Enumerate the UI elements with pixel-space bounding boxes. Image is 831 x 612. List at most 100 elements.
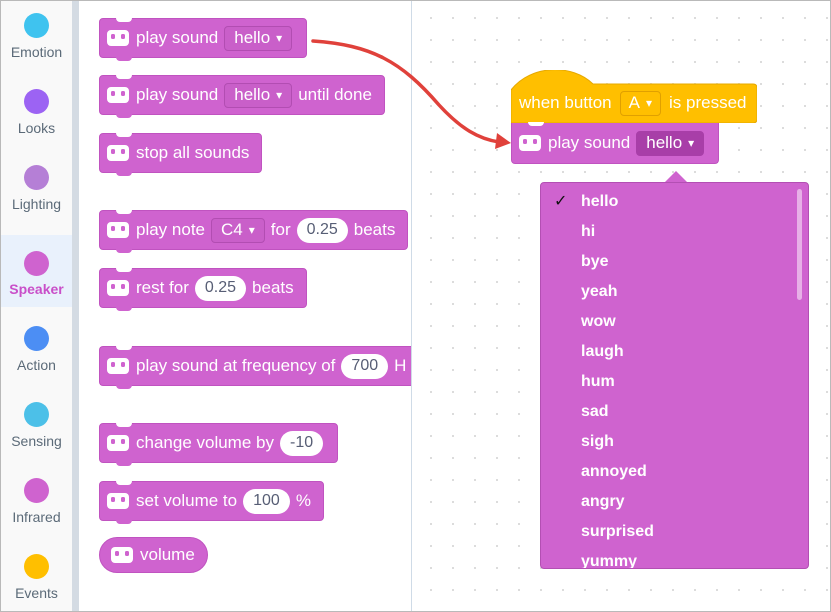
category-events[interactable]: Events xyxy=(1,542,72,611)
when-button-pressed-hat-block[interactable]: when button A ▾ is pressed xyxy=(511,70,757,123)
block-label: volume xyxy=(140,545,195,564)
menu-item-label: sad xyxy=(581,403,609,420)
menu-item-label: yummy xyxy=(581,553,638,569)
menu-item-hello[interactable]: ✓ hello xyxy=(541,187,808,217)
sound-dropdown[interactable]: hello ▾ xyxy=(224,82,293,108)
robot-icon xyxy=(106,492,130,510)
menu-item-label: hi xyxy=(581,223,596,240)
play-frequency-block[interactable]: play sound at frequency of 700 H xyxy=(99,346,411,389)
menu-item-hum[interactable]: hum xyxy=(541,367,808,397)
app-frame: Emotion Looks Lighting Speaker Action Se… xyxy=(0,0,831,612)
category-label: Speaker xyxy=(9,281,64,297)
menu-item-hi[interactable]: hi xyxy=(541,217,808,247)
set-volume-block[interactable]: set volume to 100 % xyxy=(99,481,324,524)
rest-for-block[interactable]: rest for 0.25 beats xyxy=(99,268,307,311)
category-lighting[interactable]: Lighting xyxy=(1,153,72,225)
change-volume-block[interactable]: change volume by -10 xyxy=(99,423,339,466)
category-label: Action xyxy=(17,357,56,373)
menu-item-label: angry xyxy=(581,493,625,510)
menu-item-label: yeah xyxy=(581,283,618,300)
category-emotion[interactable]: Emotion xyxy=(1,1,72,73)
menu-item-sigh[interactable]: sigh xyxy=(541,427,808,457)
menu-item-bye[interactable]: bye xyxy=(541,247,808,277)
menu-item-label: bye xyxy=(581,253,609,270)
menu-item-label: sigh xyxy=(581,433,614,450)
workspace-play-sound-block[interactable]: play sound hello ▾ xyxy=(511,122,720,164)
check-icon: ✓ xyxy=(554,193,568,210)
menu-item-laugh[interactable]: laugh xyxy=(541,337,808,367)
sound-dropdown-menu: ✓ hello hi bye yeah wow laugh hum sad sig… xyxy=(540,182,809,569)
menu-item-label: hum xyxy=(581,373,615,390)
menu-item-yeah[interactable]: yeah xyxy=(541,277,808,307)
note-value: C4 xyxy=(221,220,243,239)
sensing-dot-icon xyxy=(24,402,49,427)
menu-item-sad[interactable]: sad xyxy=(541,397,808,427)
infrared-dot-icon xyxy=(24,478,49,503)
block-suffix: % xyxy=(295,491,311,510)
category-menu: Emotion Looks Lighting Speaker Action Se… xyxy=(1,1,72,611)
frequency-input[interactable]: 700 xyxy=(341,353,389,379)
category-looks[interactable]: Looks xyxy=(1,77,72,149)
robot-icon xyxy=(106,144,130,162)
block-label: set volume to xyxy=(136,491,238,510)
play-note-block[interactable]: play note C4 ▾ for 0.25 beats xyxy=(99,210,409,253)
robot-icon xyxy=(110,546,134,564)
category-action[interactable]: Action xyxy=(1,314,72,386)
category-speaker[interactable]: Speaker xyxy=(1,235,72,307)
menu-item-label: wow xyxy=(581,313,616,330)
category-label: Sensing xyxy=(11,433,62,449)
block-label-beats: beats xyxy=(353,220,396,239)
looks-dot-icon xyxy=(24,89,49,114)
note-dropdown[interactable]: C4 ▾ xyxy=(211,217,265,243)
rest-beats-input[interactable]: 0.25 xyxy=(194,275,247,301)
sound-options-list: ✓ hello hi bye yeah wow laugh hum sad sig… xyxy=(541,183,808,569)
play-sound-block[interactable]: play sound hello ▾ xyxy=(99,18,308,61)
block-label-for: for xyxy=(270,220,291,239)
action-dot-icon xyxy=(24,326,49,351)
menu-item-angry[interactable]: angry xyxy=(541,487,808,517)
lighting-dot-icon xyxy=(24,165,49,190)
stop-all-sounds-block[interactable]: stop all sounds xyxy=(99,133,263,176)
menu-item-surprised[interactable]: surprised xyxy=(541,517,808,547)
menu-item-label: hello xyxy=(581,193,619,210)
sound-dropdown[interactable]: hello ▾ xyxy=(224,25,293,51)
block-label: play sound xyxy=(136,85,219,104)
block-suffix: H xyxy=(394,356,407,375)
block-label: rest for xyxy=(136,278,189,297)
beats-input[interactable]: 0.25 xyxy=(296,217,348,243)
block-label: stop all sounds xyxy=(136,143,250,162)
hat-label-before: when button xyxy=(519,93,612,112)
sound-value: hello xyxy=(234,28,271,47)
block-flyout: play sound hello ▾ play sound hello ▾ unti… xyxy=(79,1,412,611)
volume-reporter-block[interactable]: volume xyxy=(99,537,208,573)
volume-change-input[interactable]: -10 xyxy=(279,430,324,456)
menu-scrollbar[interactable] xyxy=(797,189,802,300)
play-sound-until-done-block[interactable]: play sound hello ▾ until done xyxy=(99,75,385,118)
button-value: A xyxy=(628,93,640,112)
dropdown-arrow-icon: ▾ xyxy=(276,31,283,45)
emotion-dot-icon xyxy=(24,13,49,38)
menu-item-label: surprised xyxy=(581,523,654,540)
sound-value: hello xyxy=(646,133,683,152)
block-suffix: until done xyxy=(298,85,372,104)
button-dropdown[interactable]: A ▾ xyxy=(619,90,662,116)
menu-item-label: annoyed xyxy=(581,463,647,480)
category-scrollbar[interactable] xyxy=(72,1,79,611)
dropdown-arrow-icon: ▾ xyxy=(645,96,653,110)
speaker-dot-icon xyxy=(24,251,49,276)
menu-item-wow[interactable]: wow xyxy=(541,307,808,337)
category-sensing[interactable]: Sensing xyxy=(1,390,72,462)
category-label: Lighting xyxy=(11,196,62,212)
volume-input[interactable]: 100 xyxy=(243,488,290,514)
sound-value: hello xyxy=(234,85,271,104)
dropdown-arrow-icon: ▾ xyxy=(248,223,255,237)
robot-icon xyxy=(106,357,130,375)
category-infrared[interactable]: Infrared xyxy=(1,466,72,538)
menu-item-annoyed[interactable]: annoyed xyxy=(541,457,808,487)
menu-item-yummy[interactable]: yummy xyxy=(541,547,808,569)
category-label: Emotion xyxy=(10,44,63,60)
block-label: play sound xyxy=(136,28,219,47)
sound-dropdown-open[interactable]: hello ▾ xyxy=(636,130,705,156)
dropdown-arrow-icon: ▾ xyxy=(688,136,695,150)
robot-icon xyxy=(106,434,130,452)
